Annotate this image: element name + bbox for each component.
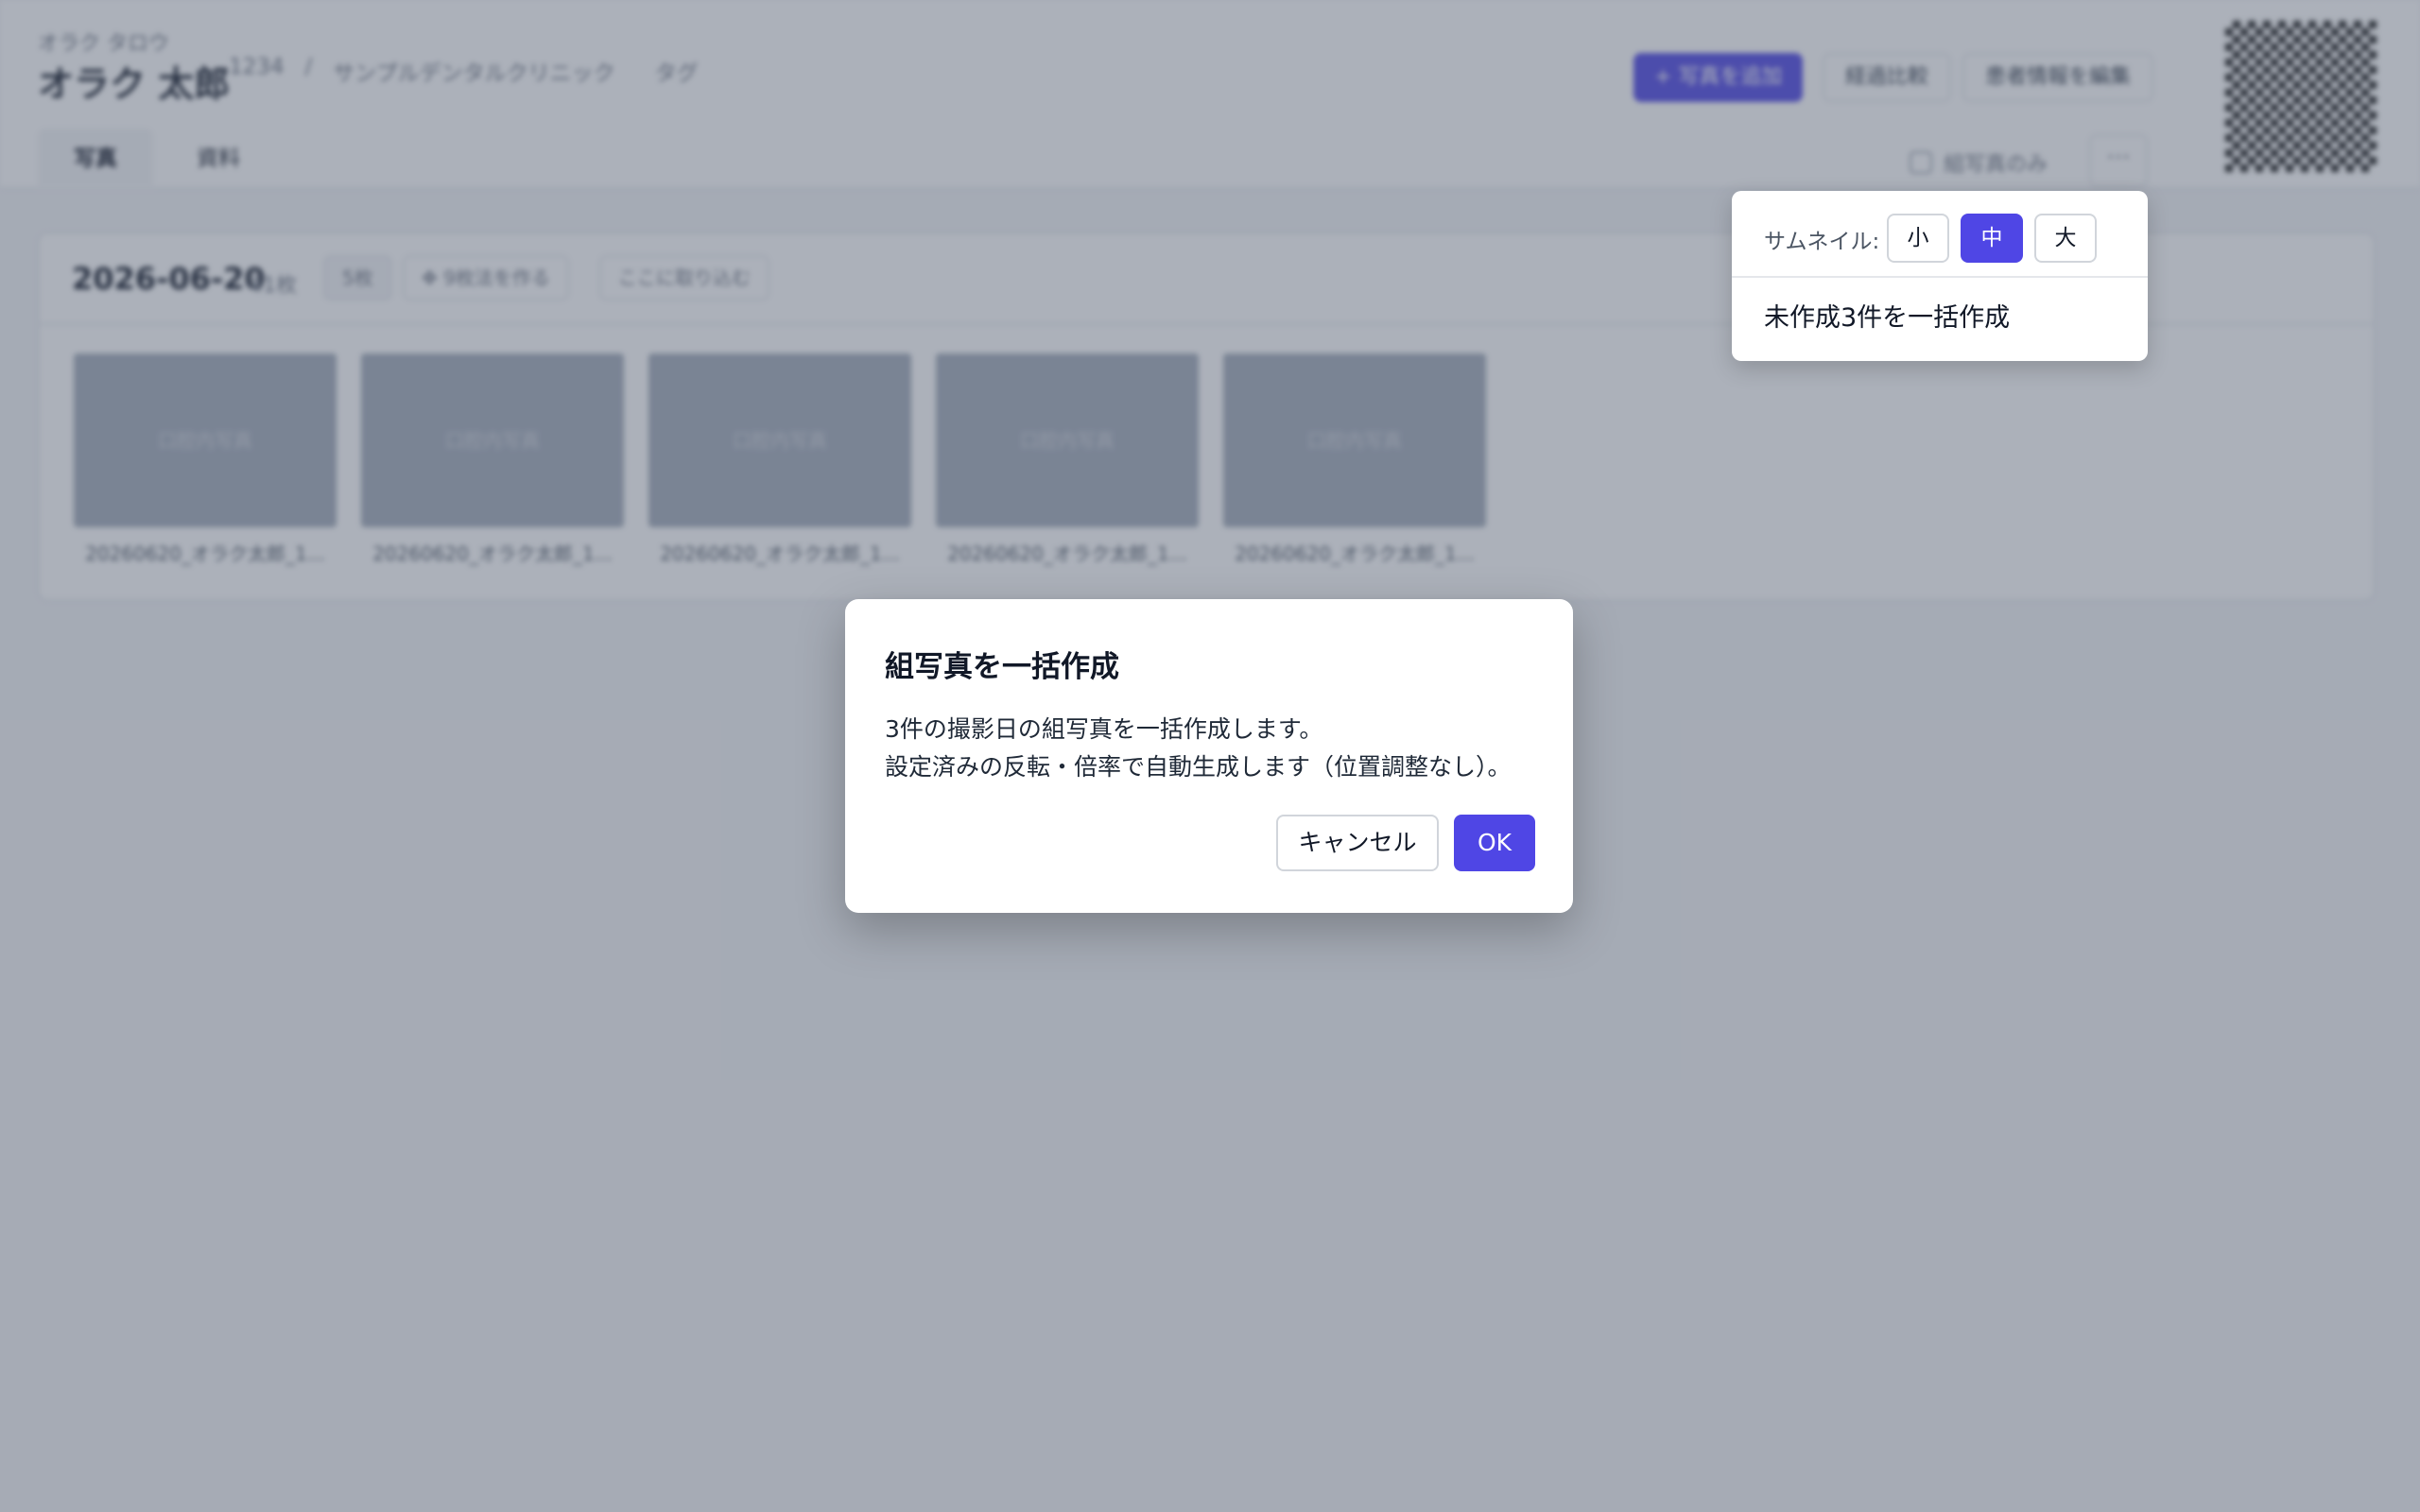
dialog-message: 3件の撮影日の組写真を一括作成します。 設定済みの反転・倍率で自動生成します（位… xyxy=(885,711,1512,786)
bulk-create-menu-item[interactable]: 未作成3件を一括作成 xyxy=(1764,297,2010,334)
dialog-message-line1: 3件の撮影日の組写真を一括作成します。 xyxy=(885,715,1323,743)
dialog-title: 組写真を一括作成 xyxy=(885,650,1119,684)
thumbnail-size-label: サムネイル: xyxy=(1764,230,1880,254)
size-medium-button[interactable]: 中 xyxy=(1961,214,2023,263)
bulk-create-dialog: 組写真を一括作成 3件の撮影日の組写真を一括作成します。 設定済みの反転・倍率で… xyxy=(845,599,1573,913)
ok-button[interactable]: OK xyxy=(1454,815,1535,871)
size-small-button[interactable]: 小 xyxy=(1887,214,1949,263)
options-dropdown: サムネイル: 小 中 大 未作成3件を一括作成 xyxy=(1732,191,2148,361)
thumbnail-size-row: サムネイル: 小 中 大 xyxy=(1732,191,2148,278)
cancel-button[interactable]: キャンセル xyxy=(1276,815,1439,871)
size-large-button[interactable]: 大 xyxy=(2034,214,2097,263)
dialog-message-line2: 設定済みの反転・倍率で自動生成します（位置調整なし）。 xyxy=(885,753,1512,781)
